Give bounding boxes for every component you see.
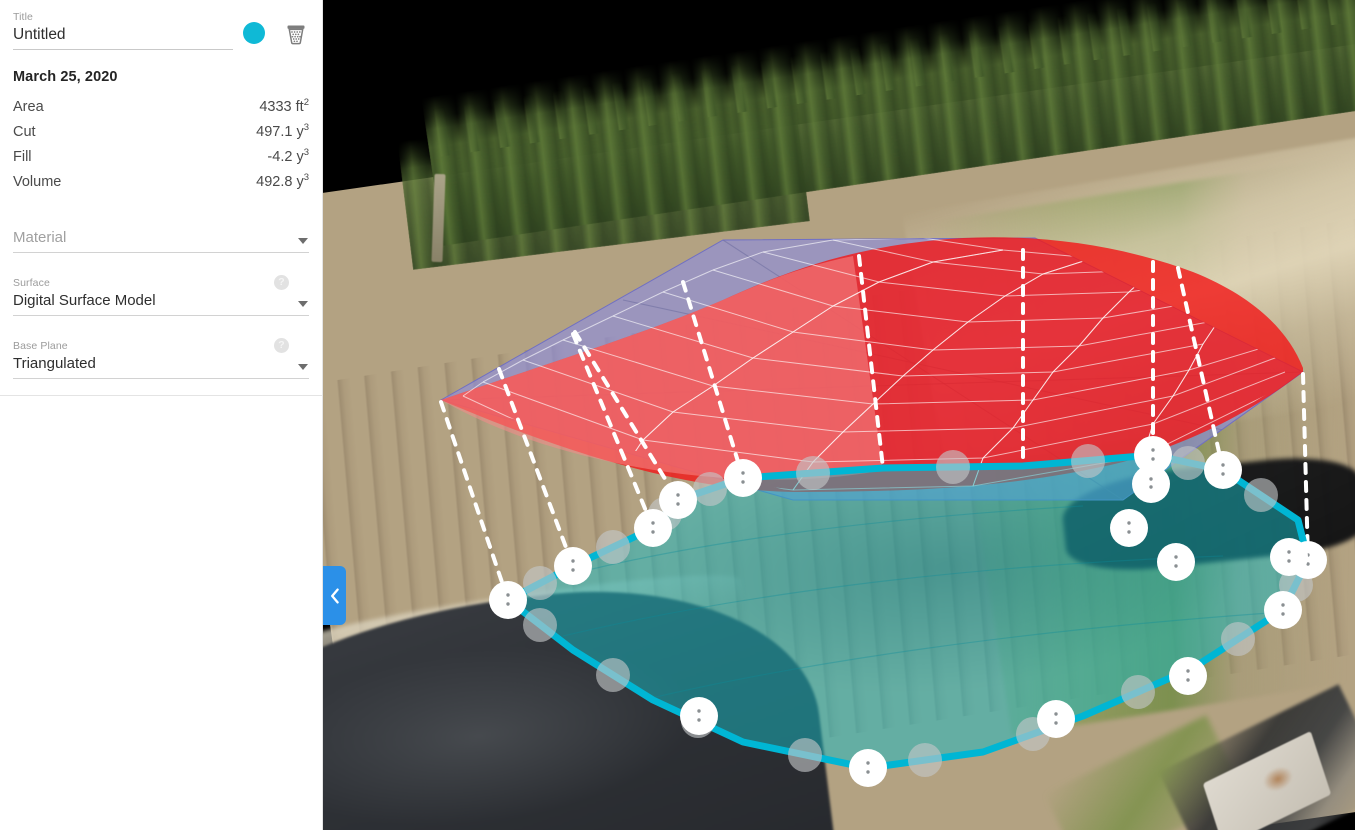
sidebar-divider [0, 395, 322, 396]
title-input-wrapper[interactable]: Title Untitled [13, 11, 233, 50]
vertex-handle[interactable] [680, 697, 718, 735]
stat-value: 4333 ft2 [259, 99, 309, 115]
midpoint-handle[interactable] [596, 658, 630, 692]
stat-label: Fill [13, 149, 32, 165]
material-field[interactable]: Material [13, 199, 309, 253]
chevron-down-icon[interactable] [298, 301, 308, 307]
base-plane-field[interactable]: ? Base Plane Triangulated [13, 316, 309, 379]
vertex-handle[interactable] [1110, 509, 1148, 547]
stat-label: Volume [13, 174, 61, 190]
base-plane-label: Base Plane [13, 340, 309, 353]
vertex-handle[interactable] [724, 459, 762, 497]
title-row: Title Untitled [13, 0, 309, 50]
measurement-sidebar: Title Untitled [0, 0, 323, 830]
stat-row-cut: Cut 497.1 y3 [13, 124, 309, 149]
midpoint-handle[interactable] [1244, 478, 1278, 512]
midpoint-handle[interactable] [1071, 444, 1105, 478]
fill-region [508, 455, 1308, 768]
vertex-handle[interactable] [659, 481, 697, 519]
midpoint-handle[interactable] [1221, 622, 1255, 656]
volume-measurement-app: Title Untitled [0, 0, 1355, 830]
stat-row-volume: Volume 492.8 y3 [13, 174, 309, 199]
stat-value: 497.1 y3 [256, 124, 309, 140]
midpoint-handle[interactable] [908, 743, 942, 777]
vertex-handle[interactable] [1157, 543, 1195, 581]
midpoint-handle[interactable] [523, 566, 557, 600]
stat-row-fill: Fill -4.2 y3 [13, 149, 309, 174]
surface-field[interactable]: ? Surface Digital Surface Model [13, 253, 309, 316]
vertex-handle[interactable] [554, 547, 592, 585]
chevron-down-icon[interactable] [298, 364, 308, 370]
vertex-handle[interactable] [849, 749, 887, 787]
title-label: Title [13, 11, 233, 24]
vertex-handle[interactable] [1270, 538, 1308, 576]
vertex-handle[interactable] [1037, 700, 1075, 738]
3d-viewport[interactable] [323, 0, 1355, 830]
stats-list: Area 4333 ft2 Cut 497.1 y3 Fill -4.2 y3 … [13, 99, 309, 199]
stat-label: Area [13, 99, 44, 115]
collapse-panel-button[interactable] [323, 566, 346, 625]
stat-value: 492.8 y3 [256, 174, 309, 190]
base-plane-value[interactable]: Triangulated [13, 355, 96, 372]
measurement-overlay[interactable] [323, 0, 1355, 830]
title-input[interactable]: Untitled [13, 24, 233, 45]
vertex-handle[interactable] [489, 581, 527, 619]
midpoint-handle[interactable] [936, 450, 970, 484]
midpoint-handle[interactable] [596, 530, 630, 564]
stat-value: -4.2 y3 [267, 149, 309, 165]
measurement-date: March 25, 2020 [13, 69, 309, 85]
chevron-left-icon [330, 588, 340, 604]
surface-value[interactable]: Digital Surface Model [13, 292, 156, 309]
delete-measurement-button[interactable] [283, 21, 309, 47]
chevron-down-icon[interactable] [298, 238, 308, 244]
surface-help-icon[interactable]: ? [274, 275, 289, 290]
stat-label: Cut [13, 124, 36, 140]
midpoint-handle[interactable] [788, 738, 822, 772]
vertex-handle[interactable] [1204, 451, 1242, 489]
base-plane-help-icon[interactable]: ? [274, 338, 289, 353]
midpoint-handle[interactable] [1171, 446, 1205, 480]
stat-row-area: Area 4333 ft2 [13, 99, 309, 124]
midpoint-handle[interactable] [693, 472, 727, 506]
color-swatch-button[interactable] [243, 22, 265, 44]
material-value[interactable]: Material [13, 229, 66, 246]
trash-icon [285, 23, 307, 46]
midpoint-handle[interactable] [1121, 675, 1155, 709]
midpoint-handle[interactable] [523, 608, 557, 642]
midpoint-handle[interactable] [796, 456, 830, 490]
vertex-handle[interactable] [1264, 591, 1302, 629]
vertex-handle[interactable] [1169, 657, 1207, 695]
vertex-handle[interactable] [1132, 465, 1170, 503]
surface-label: Surface [13, 277, 309, 290]
